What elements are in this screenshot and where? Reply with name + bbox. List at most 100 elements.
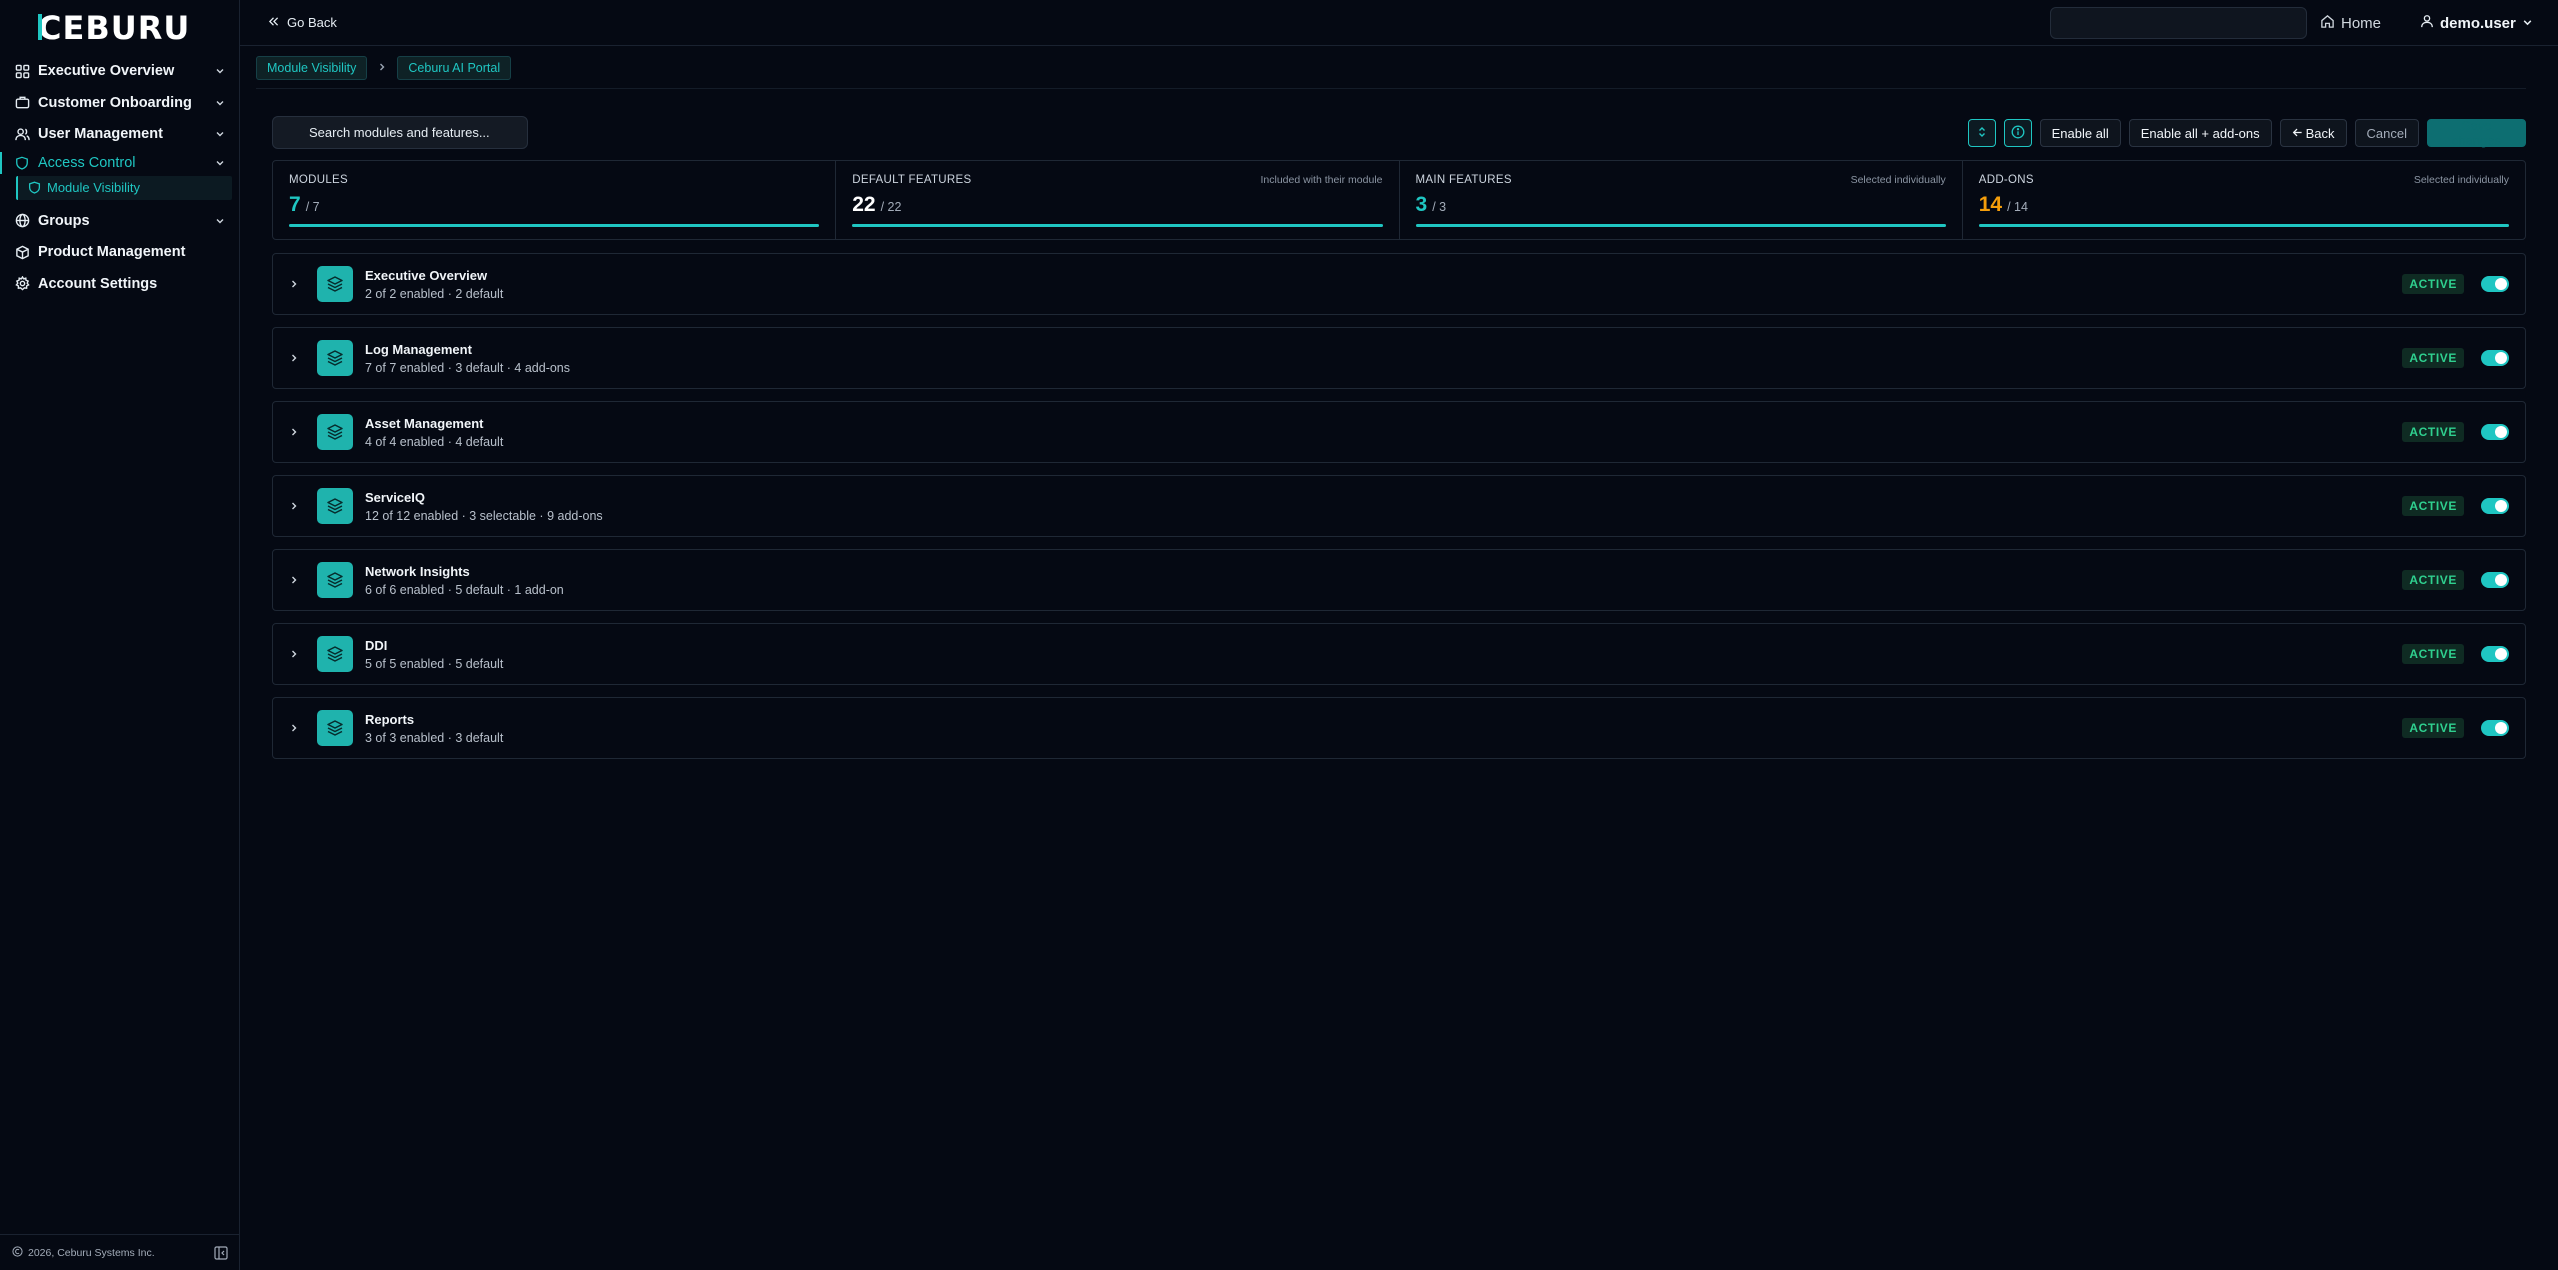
status-badge: ACTIVE (2402, 644, 2464, 664)
module-row-serviceiq[interactable]: ServiceIQ 12 of 12 enabled · 3 selectable… (272, 475, 2526, 537)
globe-icon (14, 213, 30, 229)
chevron-right-icon[interactable] (287, 721, 301, 735)
stat-label: DEFAULT FEATURES (852, 174, 972, 186)
users-icon (14, 126, 30, 142)
logo-wordmark: CEBURU (38, 11, 190, 43)
module-toggle[interactable] (2481, 720, 2509, 736)
chevron-right-icon[interactable] (287, 647, 301, 661)
module-summary: 6 of 6 enabled · 5 default · 1 add-on (365, 582, 564, 597)
chevron-down-icon (214, 97, 226, 109)
chevron-right-icon[interactable] (287, 499, 301, 513)
progress-bar (852, 224, 1383, 227)
sidebar-item-user-management[interactable]: User Management (0, 119, 240, 149)
progress-fill (852, 224, 1383, 227)
status-badge: ACTIVE (2402, 422, 2464, 442)
module-toggle[interactable] (2481, 424, 2509, 440)
module-row-log-management[interactable]: Log Management 7 of 7 enabled · 3 default… (272, 327, 2526, 389)
module-toggle[interactable] (2481, 572, 2509, 588)
chevron-right-icon[interactable] (287, 277, 301, 291)
stat-modules: MODULES 7 / 7 (273, 161, 837, 239)
enable-all-addons-button[interactable]: Enable all + add-ons (2128, 119, 2272, 147)
status-badge: ACTIVE (2402, 570, 2464, 590)
divider (256, 88, 2526, 89)
toggle-knob (2495, 278, 2507, 290)
ceburu-logo[interactable]: CEBURU (38, 8, 200, 46)
chevron-right-icon[interactable] (287, 351, 301, 365)
stat-main-features: MAIN FEATURES Selected individually 3 / 3 (1400, 161, 1963, 239)
sidebar-item-groups[interactable]: Groups (0, 206, 240, 236)
progress-bar (289, 224, 820, 227)
sidebar-collapse-icon[interactable] (214, 1245, 228, 1260)
copyright-icon (12, 1245, 23, 1260)
toolbar: Enable all Enable all + add-ons Back Can… (1967, 118, 2526, 148)
enable-all-button[interactable]: Enable all (2039, 119, 2121, 147)
shield-icon (14, 155, 30, 171)
user-menu[interactable]: demo.user (2420, 14, 2533, 32)
info-button[interactable] (2003, 119, 2032, 147)
module-summary: 12 of 12 enabled · 3 selectable · 9 add-… (365, 508, 603, 523)
module-summary: 7 of 7 enabled · 3 default · 4 add-ons (365, 360, 571, 375)
sidebar-item-access-control[interactable]: Access Control (0, 152, 240, 174)
cancel-button[interactable]: Cancel (2354, 119, 2419, 147)
chevron-down-icon (214, 157, 226, 169)
briefcase-icon (14, 95, 30, 111)
stat-value: 22 (852, 193, 876, 216)
module-row-network-insights[interactable]: Network Insights 6 of 6 enabled · 5 defau… (272, 549, 2526, 611)
layers-icon (317, 636, 353, 672)
module-toggle[interactable] (2481, 350, 2509, 366)
sidebar-item-customer-onboarding[interactable]: Customer Onboarding (0, 88, 240, 118)
module-row-asset-management[interactable]: Asset Management 4 of 4 enabled · 4 defau… (272, 401, 2526, 463)
breadcrumb-ceburu-ai-portal[interactable]: Ceburu AI Portal (397, 56, 512, 80)
sidebar-item-label: Customer Onboarding (38, 94, 192, 111)
sidebar-item-executive-overview[interactable]: Executive Overview (0, 56, 240, 86)
chevron-right-icon[interactable] (287, 425, 301, 439)
module-summary: 5 of 5 enabled · 5 default (365, 656, 504, 671)
module-row-executive-overview[interactable]: Executive Overview 2 of 2 enabled · 2 def… (272, 253, 2526, 315)
module-row-reports[interactable]: Reports 3 of 3 enabled · 3 default ACTIVE (272, 697, 2526, 759)
chevron-right-icon[interactable] (287, 573, 301, 587)
stat-value: 3 (1415, 193, 1428, 216)
stat-label: MAIN FEATURES (1415, 174, 1512, 186)
username: demo.user (2440, 14, 2516, 32)
module-toggle[interactable] (2481, 498, 2509, 514)
toggle-knob (2495, 500, 2507, 512)
global-search-input[interactable] (2050, 7, 2307, 39)
stat-add-ons: ADD-ONS Selected individually 14 / 14 (1963, 161, 2525, 239)
sidebar-item-label: User Management (38, 126, 163, 142)
sidebar-item-label: Product Management (38, 244, 186, 260)
module-toggle[interactable] (2481, 646, 2509, 662)
sidebar-item-label: Access Control (38, 155, 136, 171)
back-button[interactable]: Back (2279, 119, 2347, 147)
sidebar-footer: 2026, Ceburu Systems Inc. (0, 1234, 240, 1270)
module-toggle[interactable] (2481, 276, 2509, 292)
layers-icon (317, 488, 353, 524)
breadcrumb-module-visibility[interactable]: Module Visibility (256, 56, 368, 80)
svg-text:CEBURU: CEBURU (38, 11, 190, 43)
layers-icon (317, 710, 353, 746)
status-badge: ACTIVE (2402, 496, 2464, 516)
module-search-input[interactable] (272, 116, 528, 149)
sidebar-item-product-management[interactable]: Product Management (0, 237, 240, 267)
sidebar: CEBURU Executive Overview Customer Onboa… (0, 0, 240, 1270)
sidebar-item-account-settings[interactable]: Account Settings (0, 269, 240, 299)
module-summary: 4 of 4 enabled · 4 default (365, 434, 504, 449)
stat-value: 7 (289, 193, 301, 216)
module-row-ddi[interactable]: DDI 5 of 5 enabled · 5 default ACTIVE (272, 623, 2526, 685)
go-back-label: Go Back (287, 15, 337, 30)
module-summary: 2 of 2 enabled · 2 default (365, 286, 504, 301)
toggle-knob (2495, 352, 2507, 364)
stat-label: MODULES (289, 174, 348, 186)
save-changes-button[interactable]: Save changes (2427, 118, 2526, 148)
double-chevron-left-icon (268, 15, 279, 30)
home-link[interactable]: Home (2320, 14, 2381, 33)
breadcrumb: Module Visibility Ceburu AI Portal (256, 56, 512, 80)
sidebar-item-label: Groups (38, 212, 90, 229)
sidebar-item-label: Executive Overview (38, 63, 175, 79)
chevron-down-icon (214, 215, 226, 227)
copyright-text: 2026, Ceburu Systems Inc. (28, 1246, 155, 1259)
expand-collapse-button[interactable] (1967, 119, 1996, 147)
stat-total: / 14 (2007, 200, 2028, 214)
sidebar-subitem-module-visibility[interactable]: Module Visibility (16, 175, 232, 200)
stat-total: / 22 (880, 200, 902, 214)
go-back-link[interactable]: Go Back (268, 15, 337, 30)
